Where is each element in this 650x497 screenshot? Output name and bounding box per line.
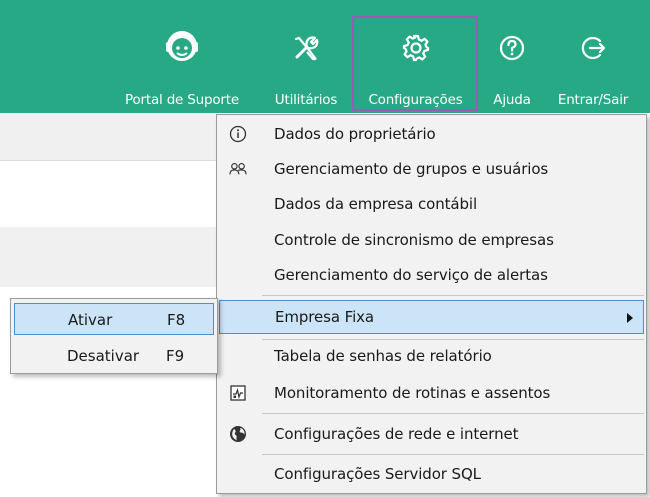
menu-separator	[262, 295, 644, 296]
toolbar-entrar-sair-button[interactable]: Entrar/Sair	[542, 0, 644, 113]
menu-separator	[262, 413, 644, 414]
menu-separator	[262, 454, 644, 455]
menu-item-dados-empresa-contabil[interactable]: Dados da empresa contábil	[219, 187, 644, 221]
menu-item-empresa-fixa[interactable]: Empresa Fixa	[219, 300, 644, 334]
tools-icon	[286, 28, 326, 68]
submenu-item-shortcut: F9	[166, 347, 185, 365]
menu-item-configuracoes-servidor-sql[interactable]: Configurações Servidor SQL	[219, 457, 644, 491]
configuracoes-dropdown-menu: Dados do proprietário Gerenciamento de g…	[216, 114, 647, 494]
users-icon	[229, 160, 247, 178]
menu-item-label: Gerenciamento do serviço de alertas	[274, 266, 548, 284]
menu-item-servico-alertas[interactable]: Gerenciamento do serviço de alertas	[219, 258, 644, 292]
menu-item-label: Controle de sincronismo de empresas	[274, 231, 554, 249]
submenu-item-label: Ativar	[68, 311, 113, 329]
toolbar-utilitarios-button[interactable]: Utilitários	[262, 0, 350, 113]
menu-item-label: Tabela de senhas de relatório	[274, 347, 492, 365]
menu-item-label: Configurações Servidor SQL	[274, 465, 481, 483]
toolbar-ajuda-label: Ajuda	[493, 92, 531, 108]
globe-icon	[229, 425, 247, 443]
submenu-item-label: Desativar	[67, 347, 140, 365]
toolbar-configuracoes-button[interactable]: Configurações	[352, 0, 479, 113]
submenu-arrow-icon	[627, 313, 633, 323]
menu-item-label: Configurações de rede e internet	[274, 425, 519, 443]
menu-item-monitoramento-rotinas[interactable]: Monitoramento de rotinas e assentos	[219, 376, 644, 410]
submenu-item-desativar[interactable]: Desativar F9	[14, 339, 214, 371]
monitor-icon	[229, 384, 247, 402]
submenu-item-ativar[interactable]: Ativar F8	[14, 303, 214, 335]
menu-item-dados-proprietario[interactable]: Dados do proprietário	[219, 117, 644, 151]
help-icon	[492, 28, 532, 68]
menu-item-label: Dados do proprietário	[274, 125, 436, 143]
support-agent-icon	[158, 22, 206, 70]
background-header-strip	[0, 113, 218, 161]
menu-item-controle-sincronismo[interactable]: Controle de sincronismo de empresas	[219, 223, 644, 257]
toolbar-utilitarios-label: Utilitários	[274, 92, 338, 108]
toolbar-portal-suporte-label: Portal de Suporte	[125, 92, 239, 108]
menu-item-tabela-senhas-relatorio[interactable]: Tabela de senhas de relatório	[219, 339, 644, 373]
toolbar-entrar-sair-label: Entrar/Sair	[557, 92, 629, 108]
submenu-item-shortcut: F8	[167, 311, 186, 329]
background-divider	[0, 160, 218, 161]
login-logout-icon	[573, 28, 613, 68]
menu-item-label: Dados da empresa contábil	[274, 195, 478, 213]
toolbar-configuracoes-label: Configurações	[368, 92, 463, 108]
menu-item-label: Monitoramento de rotinas e assentos	[274, 384, 551, 402]
toolbar-ajuda-button[interactable]: Ajuda	[484, 0, 540, 113]
info-icon	[229, 125, 247, 143]
menu-item-configuracoes-rede[interactable]: Configurações de rede e internet	[219, 417, 644, 451]
top-toolbar: Portal de Suporte Utilitários Configuraç…	[0, 0, 650, 113]
menu-item-gerenciamento-grupos-usuarios[interactable]: Gerenciamento de grupos e usuários	[219, 152, 644, 186]
menu-item-label: Gerenciamento de grupos e usuários	[274, 160, 549, 178]
toolbar-portal-suporte-button[interactable]: Portal de Suporte	[108, 0, 256, 113]
empresa-fixa-submenu: Ativar F8 Desativar F9	[10, 298, 218, 374]
menu-item-label: Empresa Fixa	[275, 308, 375, 326]
gear-icon	[396, 28, 436, 68]
background-row-strip	[0, 227, 218, 287]
